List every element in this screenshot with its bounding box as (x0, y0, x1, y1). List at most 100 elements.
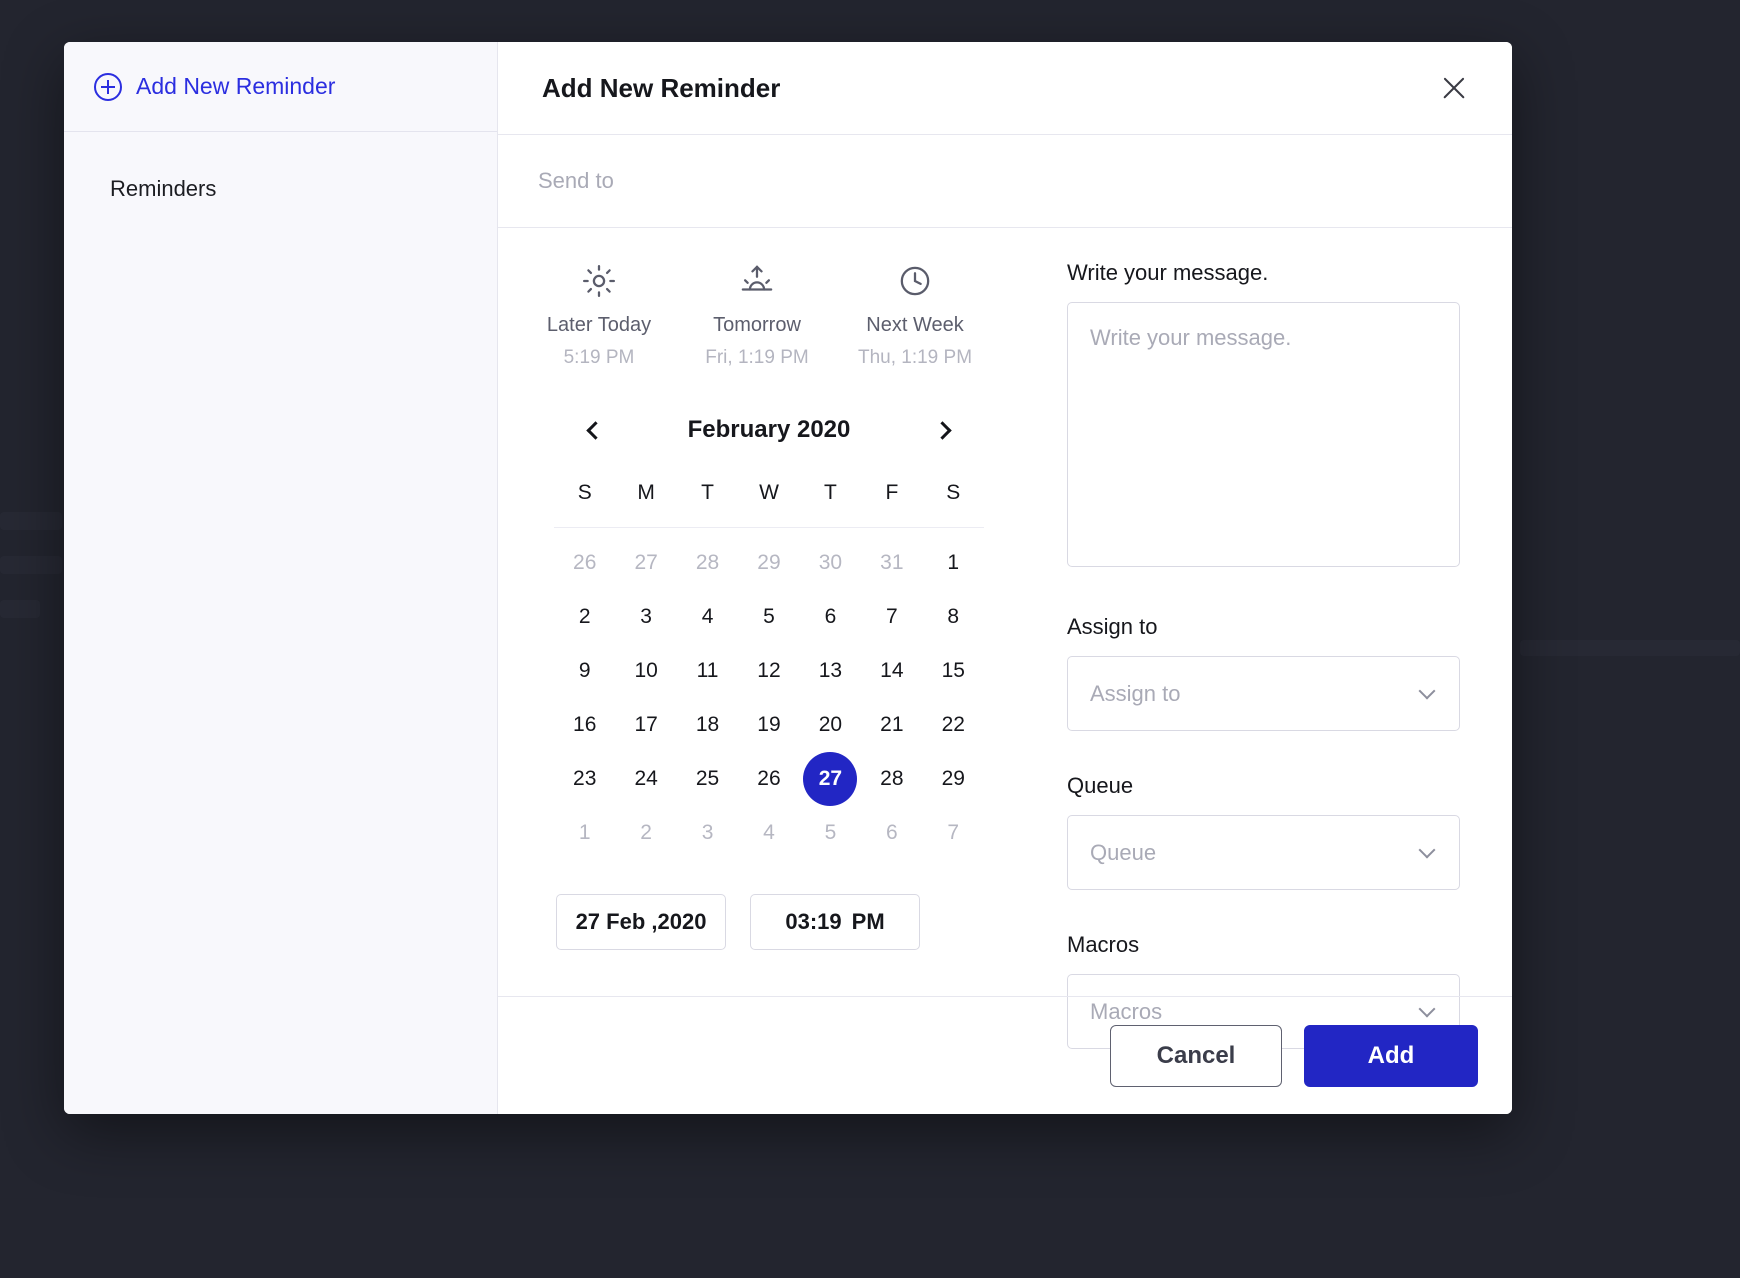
quick-pick-tomorrow[interactable]: Tomorrow Fri, 1:19 PM (678, 260, 836, 369)
calendar-day[interactable]: 20 (800, 698, 861, 752)
calendar-day[interactable]: 28 (677, 536, 738, 590)
calendar-day[interactable]: 23 (554, 752, 615, 806)
calendar-day-number: 26 (757, 767, 781, 790)
calendar-day[interactable]: 3 (615, 590, 676, 644)
calendar-weekday-0: S (577, 481, 592, 504)
calendar-day[interactable]: 11 (677, 644, 738, 698)
calendar-day[interactable]: 24 (615, 752, 676, 806)
calendar-day[interactable]: 1 (923, 536, 984, 590)
calendar-day[interactable]: 7 (923, 806, 984, 860)
calendar-day[interactable]: 4 (738, 806, 799, 860)
calendar-day-number: 24 (634, 767, 658, 790)
calendar-day-number: 10 (634, 659, 658, 682)
calendar-day-number: 5 (824, 821, 837, 844)
calendar-day-number: 18 (695, 713, 720, 736)
calendar-weekday-3: W (759, 481, 779, 504)
calendar-day-number: 17 (634, 713, 658, 736)
queue-select[interactable]: Queue (1067, 815, 1460, 890)
clock-icon (836, 260, 994, 302)
calendar-day-number: 9 (578, 659, 591, 682)
calendar-day[interactable]: 9 (554, 644, 615, 698)
calendar-day[interactable]: 26 (738, 752, 799, 806)
time-input[interactable]: 03:19 PM (750, 894, 920, 950)
calendar-day-number: 11 (696, 659, 719, 682)
calendar-week-row: 9 10 11 12 13 14 15 (554, 644, 984, 698)
send-to-row (498, 135, 1512, 228)
calendar-day[interactable]: 3 (677, 806, 738, 860)
calendar-grid: 26 27 28 29 30 31 1 2 3 4 5 6 7 8 9 10 11 12 13 14 15 16 17 18 1… (554, 536, 984, 860)
calendar-day[interactable]: 19 (738, 698, 799, 752)
close-icon[interactable] (1434, 68, 1474, 108)
date-time-inputs: 27 Feb ,2020 03:19 PM (554, 894, 984, 950)
calendar-day[interactable]: 13 (800, 644, 861, 698)
calendar-week-row: 26 27 28 29 30 31 1 (554, 536, 984, 590)
calendar-day[interactable]: 28 (861, 752, 922, 806)
calendar-day[interactable]: 2 (554, 590, 615, 644)
assign-to-select[interactable]: Assign to (1067, 656, 1460, 731)
calendar-day[interactable]: 10 (615, 644, 676, 698)
calendar-day[interactable]: 14 (861, 644, 922, 698)
calendar-day-number: 28 (695, 551, 720, 574)
calendar-day[interactable]: 15 (923, 644, 984, 698)
background-artifact (0, 512, 62, 530)
calendar-day-number: 6 (824, 605, 837, 628)
quick-pick-later-today[interactable]: Later Today 5:19 PM (520, 260, 678, 369)
cancel-button[interactable]: Cancel (1110, 1024, 1282, 1087)
date-input[interactable]: 27 Feb ,2020 (556, 894, 726, 950)
calendar-day[interactable]: 8 (923, 590, 984, 644)
queue-group: Queue Queue (1067, 773, 1460, 890)
chevron-right-icon[interactable] (928, 413, 962, 447)
add-new-reminder-button[interactable]: Add New Reminder (94, 72, 335, 101)
calendar-day[interactable]: 18 (677, 698, 738, 752)
calendar-day-selected[interactable]: 27 (800, 752, 861, 806)
calendar-day[interactable]: 6 (800, 590, 861, 644)
message-textarea[interactable] (1067, 302, 1460, 567)
calendar-day[interactable]: 27 (615, 536, 676, 590)
calendar-day[interactable]: 21 (861, 698, 922, 752)
calendar-day[interactable]: 6 (861, 806, 922, 860)
calendar-day[interactable]: 31 (861, 536, 922, 590)
calendar-day[interactable]: 2 (615, 806, 676, 860)
schedule-column: Later Today 5:19 PM Tomorrow Fri, 1:19 P… (498, 228, 1033, 996)
calendar-weekday-header: SMTWTFS (554, 481, 984, 527)
background-artifact (0, 600, 40, 618)
calendar-day-number: 14 (880, 659, 904, 682)
calendar-day[interactable]: 5 (738, 590, 799, 644)
calendar-day-number: 27 (634, 551, 658, 574)
chevron-down-icon (1418, 841, 1436, 859)
modal-main: Add New Reminder Send to Later Today 5:1… (498, 42, 1512, 1114)
calendar-day[interactable]: 4 (677, 590, 738, 644)
calendar-weekday-1: M (637, 481, 655, 504)
calendar-week-row: 16 17 18 19 20 21 22 (554, 698, 984, 752)
calendar-day-number: 8 (947, 605, 960, 628)
calendar-day-number: 13 (818, 659, 843, 682)
quick-pick-sub: 5:19 PM (563, 347, 635, 368)
quick-pick-sub: Fri, 1:19 PM (705, 347, 809, 368)
calendar-day[interactable]: 7 (861, 590, 922, 644)
calendar-day[interactable]: 29 (738, 536, 799, 590)
calendar-day[interactable]: 12 (738, 644, 799, 698)
calendar-day-number: 21 (880, 713, 904, 736)
assign-to-label: Assign to (1067, 614, 1158, 639)
calendar-day[interactable]: 25 (677, 752, 738, 806)
send-to-input[interactable] (538, 168, 1415, 194)
calendar-day[interactable]: 1 (554, 806, 615, 860)
message-label: Write your message. (1067, 260, 1269, 285)
calendar-day[interactable]: 17 (615, 698, 676, 752)
calendar-day[interactable]: 22 (923, 698, 984, 752)
calendar-day-number: 23 (573, 767, 597, 790)
quick-pick-next-week[interactable]: Next Week Thu, 1:19 PM (836, 260, 994, 369)
add-button[interactable]: Add (1304, 1024, 1478, 1087)
calendar-weekday-6: S (946, 481, 961, 504)
modal-footer: Cancel Add (498, 996, 1512, 1114)
calendar-day[interactable]: 5 (800, 806, 861, 860)
calendar-day-number: 1 (947, 551, 960, 574)
calendar-day[interactable]: 30 (800, 536, 861, 590)
calendar-day-number: 15 (941, 659, 965, 682)
calendar-day[interactable]: 29 (923, 752, 984, 806)
calendar-day[interactable]: 16 (554, 698, 615, 752)
chevron-left-icon[interactable] (576, 413, 610, 447)
calendar-day[interactable]: 26 (554, 536, 615, 590)
calendar-divider (554, 527, 984, 528)
queue-label: Queue (1067, 773, 1134, 798)
